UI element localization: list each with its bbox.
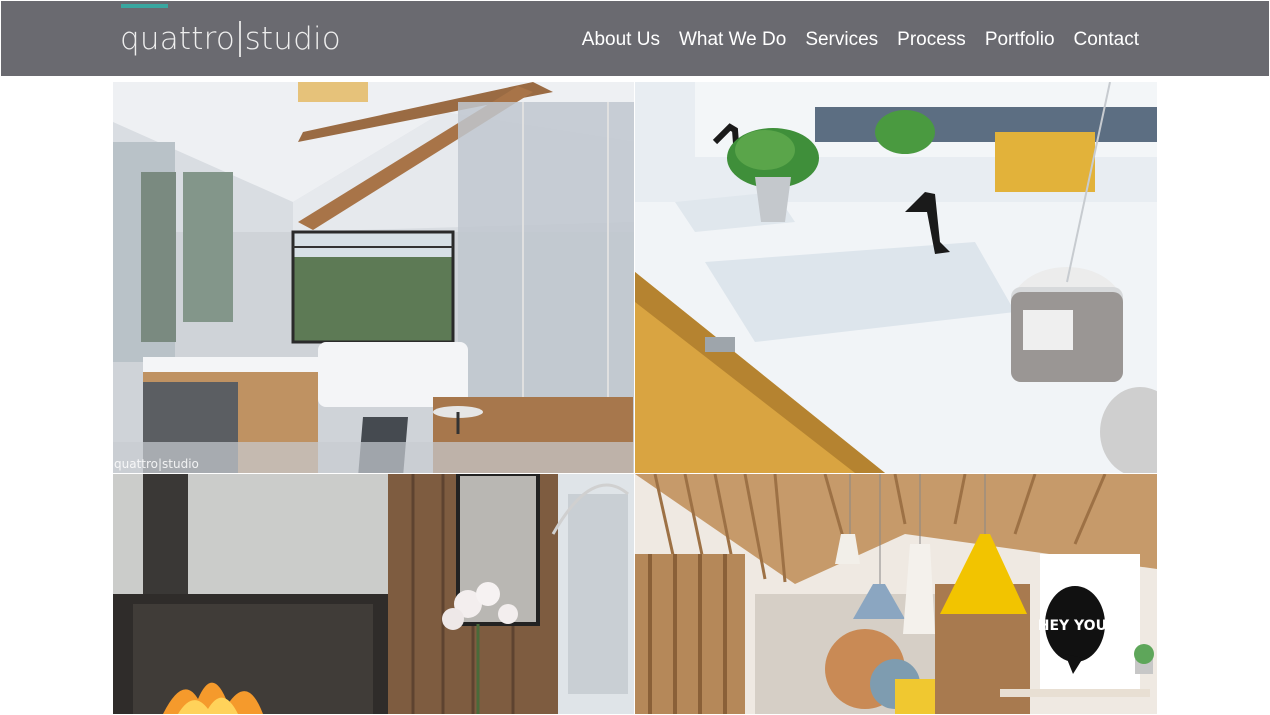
logo-text-right: studio	[244, 21, 341, 57]
image-watermark: quattro|studio	[114, 457, 199, 471]
brand-logo[interactable]: quattro studio	[120, 19, 341, 59]
gallery-image-living-room[interactable]	[113, 474, 634, 714]
gallery-image-bathroom[interactable]: quattro|studio	[113, 82, 634, 473]
site-header: quattro studio About Us What We Do Servi…	[1, 1, 1269, 76]
hey-you-poster-text: HEY YOU.	[1038, 618, 1113, 634]
main-nav: About Us What We Do Services Process Por…	[582, 26, 1139, 54]
nav-process[interactable]: Process	[897, 29, 966, 51]
nav-about-us[interactable]: About Us	[582, 29, 660, 51]
nav-contact[interactable]: Contact	[1074, 29, 1139, 51]
nav-portfolio[interactable]: Portfolio	[985, 29, 1055, 51]
logo-divider	[239, 21, 241, 57]
portfolio-gallery: quattro|studio HEY YOU.	[113, 82, 1157, 714]
logo-accent-bar	[121, 4, 168, 8]
gallery-image-vanity[interactable]	[635, 82, 1157, 473]
nav-services[interactable]: Services	[805, 29, 878, 51]
nav-what-we-do[interactable]: What We Do	[679, 29, 786, 51]
logo-text-left: quattro	[120, 21, 236, 57]
gallery-image-office[interactable]: HEY YOU.	[635, 474, 1157, 714]
